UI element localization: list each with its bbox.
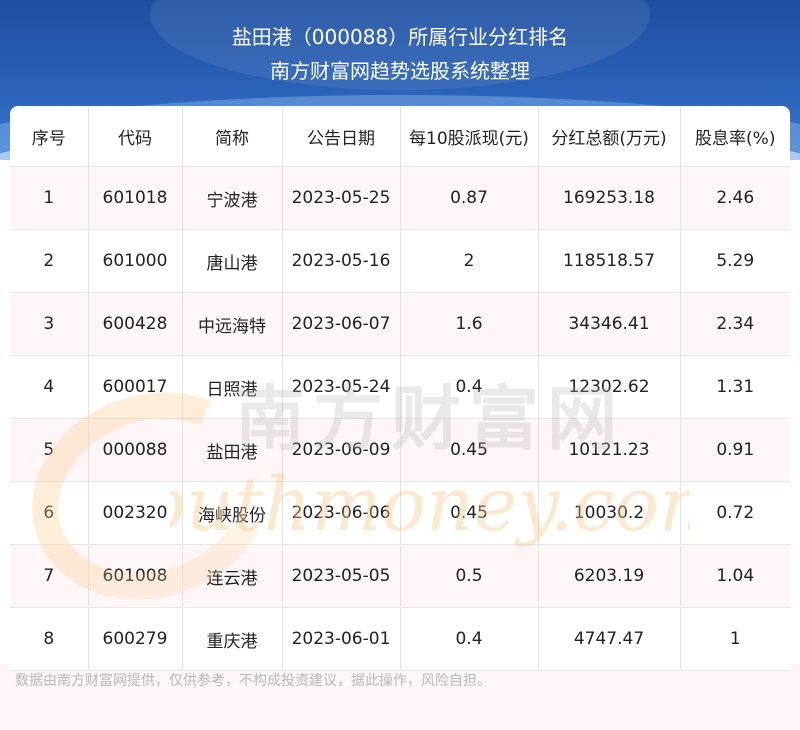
cell-name: 中远海特 (182, 292, 283, 356)
table-header-row: 序号 代码 简称 公告日期 每10股派现(元) 分红总额(万元) 股息率(%) (10, 106, 790, 167)
column-header-cash-per-10: 每10股派现(元) (400, 106, 539, 167)
table-row: 8 600279 重庆港 2023-06-01 0.4 4747.47 1 (10, 607, 790, 671)
cell-cash-per-10: 0.5 (400, 544, 539, 608)
cell-code: 601008 (88, 544, 183, 608)
cell-cash-per-10: 0.4 (400, 355, 539, 419)
cell-rank: 2 (10, 229, 89, 293)
title-line-1: 盐田港（000088）所属行业分红排名 (231, 25, 569, 49)
cell-name: 连云港 (182, 544, 283, 608)
cell-code: 600017 (88, 355, 183, 419)
dividend-ranking-table: 序号 代码 简称 公告日期 每10股派现(元) 分红总额(万元) 股息率(%) … (10, 106, 790, 671)
cell-total-dividend: 4747.47 (538, 607, 681, 671)
cell-yield: 1 (680, 607, 790, 671)
cell-code: 601000 (88, 229, 183, 293)
column-header-date: 公告日期 (282, 106, 401, 167)
cell-name: 盐田港 (182, 418, 283, 482)
cell-total-dividend: 34346.41 (538, 292, 681, 356)
cell-yield: 0.72 (680, 481, 790, 545)
column-header-rank: 序号 (10, 106, 89, 167)
cell-date: 2023-06-01 (282, 607, 401, 671)
cell-yield: 2.46 (680, 166, 790, 230)
cell-date: 2023-05-05 (282, 544, 401, 608)
table-row: 5 000088 盐田港 2023-06-09 0.45 10121.23 0.… (10, 418, 790, 482)
cell-cash-per-10: 0.87 (400, 166, 539, 230)
cell-rank: 8 (10, 607, 89, 671)
cell-total-dividend: 10121.23 (538, 418, 681, 482)
cell-date: 2023-06-07 (282, 292, 401, 356)
cell-name: 唐山港 (182, 229, 283, 293)
column-header-name: 简称 (182, 106, 283, 167)
table-row: 1 601018 宁波港 2023-05-25 0.87 169253.18 2… (10, 166, 790, 230)
cell-name: 重庆港 (182, 607, 283, 671)
table-row: 3 600428 中远海特 2023-06-07 1.6 34346.41 2.… (10, 292, 790, 356)
cell-yield: 0.91 (680, 418, 790, 482)
cell-code: 000088 (88, 418, 183, 482)
cell-cash-per-10: 1.6 (400, 292, 539, 356)
cell-name: 宁波港 (182, 166, 283, 230)
cell-rank: 7 (10, 544, 89, 608)
title-line-2: 南方财富网趋势选股系统整理 (270, 59, 530, 83)
cell-total-dividend: 10030.2 (538, 481, 681, 545)
cell-cash-per-10: 0.4 (400, 607, 539, 671)
cell-yield: 2.34 (680, 292, 790, 356)
cell-date: 2023-06-09 (282, 418, 401, 482)
cell-name: 日照港 (182, 355, 283, 419)
cell-date: 2023-05-24 (282, 355, 401, 419)
table-row: 2 601000 唐山港 2023-05-16 2 118518.57 5.29 (10, 229, 790, 293)
column-header-yield: 股息率(%) (680, 106, 790, 167)
cell-rank: 6 (10, 481, 89, 545)
cell-cash-per-10: 0.45 (400, 418, 539, 482)
cell-code: 600279 (88, 607, 183, 671)
cell-date: 2023-05-25 (282, 166, 401, 230)
cell-rank: 5 (10, 418, 89, 482)
column-header-code: 代码 (88, 106, 183, 167)
cell-total-dividend: 6203.19 (538, 544, 681, 608)
cell-rank: 4 (10, 355, 89, 419)
cell-yield: 1.04 (680, 544, 790, 608)
cell-total-dividend: 169253.18 (538, 166, 681, 230)
cell-date: 2023-06-06 (282, 481, 401, 545)
table-row: 7 601008 连云港 2023-05-05 0.5 6203.19 1.04 (10, 544, 790, 608)
cell-yield: 5.29 (680, 229, 790, 293)
cell-rank: 1 (10, 166, 89, 230)
cell-cash-per-10: 0.45 (400, 481, 539, 545)
table-row: 6 002320 海峡股份 2023-06-06 0.45 10030.2 0.… (10, 481, 790, 545)
cell-code: 002320 (88, 481, 183, 545)
cell-code: 601018 (88, 166, 183, 230)
cell-cash-per-10: 2 (400, 229, 539, 293)
cell-rank: 3 (10, 292, 89, 356)
cell-total-dividend: 118518.57 (538, 229, 681, 293)
cell-yield: 1.31 (680, 355, 790, 419)
table-row: 4 600017 日照港 2023-05-24 0.4 12302.62 1.3… (10, 355, 790, 419)
cell-code: 600428 (88, 292, 183, 356)
cell-name: 海峡股份 (182, 481, 283, 545)
page-title: 盐田港（000088）所属行业分红排名 南方财富网趋势选股系统整理 (0, 20, 800, 88)
column-header-total-dividend: 分红总额(万元) (538, 106, 681, 167)
cell-date: 2023-05-16 (282, 229, 401, 293)
cell-total-dividend: 12302.62 (538, 355, 681, 419)
footer-disclaimer: 数据由南方财富网提供，仅供参考，不构成投资建议，据此操作，风险自担。 (15, 673, 491, 689)
